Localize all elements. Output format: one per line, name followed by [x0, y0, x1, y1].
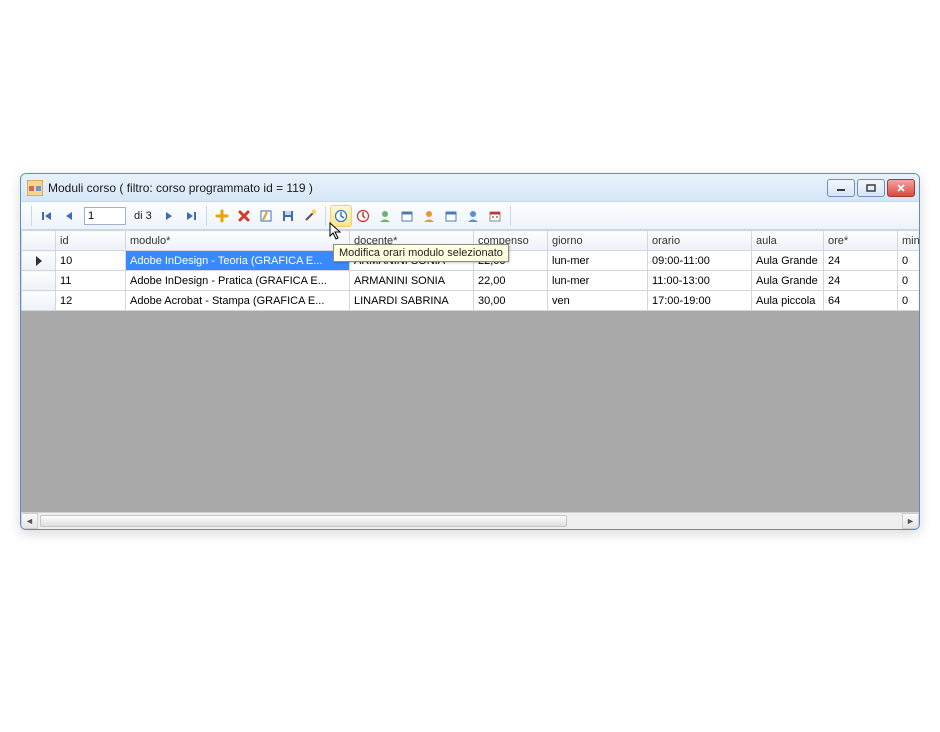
window-controls	[827, 179, 915, 197]
calendar-small2-button[interactable]	[440, 205, 462, 227]
window-title: Moduli corso ( filtro: corso programmato…	[48, 181, 827, 195]
delete-button[interactable]	[233, 205, 255, 227]
col-id[interactable]: id	[56, 231, 126, 251]
cell-compenso[interactable]: 30,00	[474, 291, 548, 311]
col-giorno[interactable]: giorno	[548, 231, 648, 251]
toolbar: di 3	[21, 202, 919, 230]
clock-red-button[interactable]	[352, 205, 374, 227]
scroll-left-arrow[interactable]: ◄	[21, 513, 38, 529]
cell-id[interactable]: 12	[56, 291, 126, 311]
table-row[interactable]: 12Adobe Acrobat - Stampa (GRAFICA E...LI…	[22, 291, 920, 311]
col-rowheader[interactable]	[22, 231, 56, 251]
data-grid[interactable]: id modulo* docente* compenso giorno orar…	[21, 230, 919, 311]
cell-minuti[interactable]: 0	[898, 291, 920, 311]
cell-docente[interactable]: LINARDI SABRINA	[350, 291, 474, 311]
col-ore[interactable]: ore*	[824, 231, 898, 251]
app-icon	[27, 180, 43, 196]
cell-giorno[interactable]: ven	[548, 291, 648, 311]
row-indicator[interactable]	[22, 271, 56, 291]
cell-aula[interactable]: Aula Grande	[752, 271, 824, 291]
cell-ore[interactable]: 24	[824, 271, 898, 291]
cell-docente[interactable]: ARMANINI SONIA	[350, 271, 474, 291]
nav-prev-button[interactable]	[58, 205, 80, 227]
cell-giorno[interactable]: lun-mer	[548, 271, 648, 291]
cell-minuti[interactable]: 0	[898, 251, 920, 271]
wizard-button[interactable]	[299, 205, 321, 227]
nav-last-button[interactable]	[180, 205, 202, 227]
nav-next-button[interactable]	[158, 205, 180, 227]
tooltip: Modifica orari modulo selezionato	[333, 244, 509, 262]
grid-empty-area	[21, 311, 919, 512]
calendar-small-button[interactable]	[396, 205, 418, 227]
add-button[interactable]	[211, 205, 233, 227]
edit-button[interactable]	[255, 205, 277, 227]
maximize-button[interactable]	[857, 179, 885, 197]
table-row[interactable]: 11Adobe InDesign - Pratica (GRAFICA E...…	[22, 271, 920, 291]
row-indicator[interactable]	[22, 291, 56, 311]
cell-id[interactable]: 10	[56, 251, 126, 271]
cell-ore[interactable]: 64	[824, 291, 898, 311]
minimize-button[interactable]	[827, 179, 855, 197]
toolbar-separator	[206, 206, 207, 226]
toolbar-separator	[325, 206, 326, 226]
cell-aula[interactable]: Aula Grande	[752, 251, 824, 271]
grid-area: id modulo* docente* compenso giorno orar…	[21, 230, 919, 529]
cell-modulo[interactable]: Adobe InDesign - Pratica (GRAFICA E...	[126, 271, 350, 291]
nav-count-label: di 3	[134, 210, 152, 222]
toolbar-separator	[510, 206, 511, 226]
cell-ore[interactable]: 24	[824, 251, 898, 271]
cell-orario[interactable]: 17:00-19:00	[648, 291, 752, 311]
person-orange-button[interactable]	[418, 205, 440, 227]
cell-aula[interactable]: Aula piccola	[752, 291, 824, 311]
horizontal-scrollbar[interactable]: ◄ ►	[21, 512, 919, 529]
save-button[interactable]	[277, 205, 299, 227]
cell-modulo[interactable]: Adobe InDesign - Teoria (GRAFICA E...	[126, 251, 350, 271]
person-green-button[interactable]	[374, 205, 396, 227]
cell-modulo[interactable]: Adobe Acrobat - Stampa (GRAFICA E...	[126, 291, 350, 311]
cell-orario[interactable]: 11:00-13:00	[648, 271, 752, 291]
nav-first-button[interactable]	[36, 205, 58, 227]
grid-container: id modulo* docente* compenso giorno orar…	[21, 230, 919, 311]
person-blue-button[interactable]	[462, 205, 484, 227]
cell-giorno[interactable]: lun-mer	[548, 251, 648, 271]
close-button[interactable]	[887, 179, 915, 197]
calendar-red-button[interactable]	[484, 205, 506, 227]
scroll-track[interactable]	[38, 513, 902, 529]
modifica-orari-button[interactable]	[330, 205, 352, 227]
nav-position-input[interactable]	[84, 207, 126, 225]
scroll-right-arrow[interactable]: ►	[902, 513, 919, 529]
window-moduli-corso: Moduli corso ( filtro: corso programmato…	[20, 173, 920, 530]
toolbar-separator	[31, 206, 32, 226]
row-indicator[interactable]	[22, 251, 56, 271]
col-orario[interactable]: orario	[648, 231, 752, 251]
scroll-thumb[interactable]	[40, 515, 567, 527]
cell-compenso[interactable]: 22,00	[474, 271, 548, 291]
titlebar: Moduli corso ( filtro: corso programmato…	[21, 174, 919, 202]
cell-id[interactable]: 11	[56, 271, 126, 291]
cell-minuti[interactable]: 0	[898, 271, 920, 291]
col-minuti[interactable]: minuti*	[898, 231, 920, 251]
cell-orario[interactable]: 09:00-11:00	[648, 251, 752, 271]
col-modulo[interactable]: modulo*	[126, 231, 350, 251]
col-aula[interactable]: aula	[752, 231, 824, 251]
